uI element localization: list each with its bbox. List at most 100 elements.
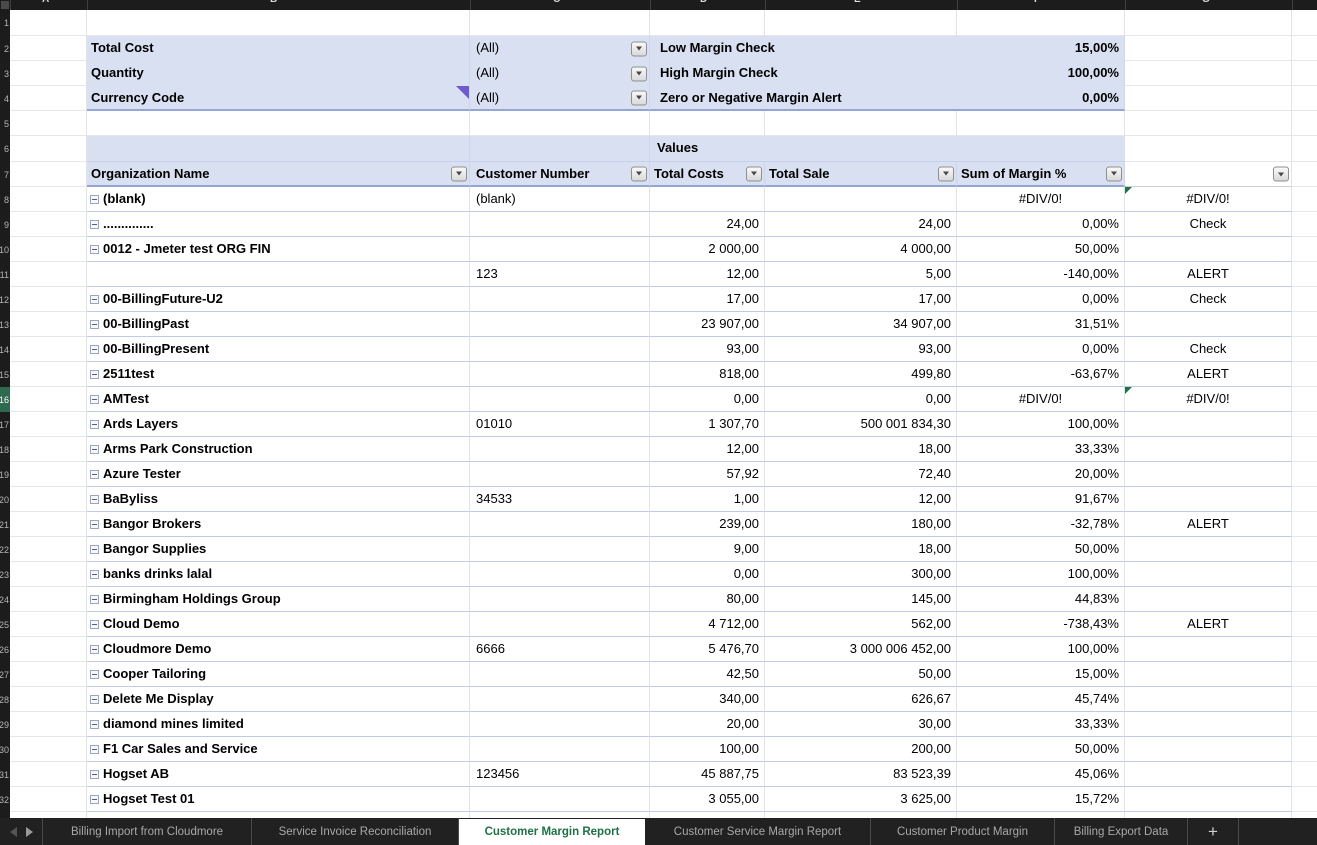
cell[interactable]	[87, 10, 470, 36]
column-letter[interactable]: A	[42, 0, 49, 5]
cell-total-costs[interactable]: 239,00	[650, 512, 765, 537]
cell-margin-check[interactable]: ALERT	[1125, 512, 1292, 537]
collapse-icon[interactable]	[90, 220, 99, 229]
cell-margin-percent[interactable]: 44,83%	[957, 587, 1125, 612]
cell-total-sale[interactable]: 500 001 834,30	[765, 412, 957, 437]
cell-margin-percent[interactable]: 31,51%	[957, 312, 1125, 337]
zero-negative-margin-alert-value[interactable]: 0,00%	[957, 86, 1125, 111]
row-number[interactable]: 5	[0, 111, 10, 136]
cell-customer-number[interactable]	[470, 337, 650, 362]
row-number[interactable]: 2	[0, 36, 10, 61]
collapse-icon[interactable]	[90, 420, 99, 429]
cell[interactable]	[765, 10, 957, 36]
cell[interactable]	[1292, 61, 1317, 86]
cell-total-sale[interactable]: 93,00	[765, 337, 957, 362]
cell[interactable]	[10, 61, 87, 86]
cell[interactable]	[10, 637, 87, 662]
zero-negative-margin-alert-label[interactable]: Zero or Negative Margin Alert	[650, 86, 957, 111]
cell[interactable]	[87, 111, 470, 136]
cell-margin-percent[interactable]: 0,00%	[957, 212, 1125, 237]
column-filter-dropdown-icon[interactable]	[746, 166, 762, 181]
cell-customer-number[interactable]	[470, 612, 650, 637]
cell[interactable]	[470, 111, 650, 136]
cell[interactable]	[1125, 10, 1292, 36]
cell[interactable]	[1292, 387, 1317, 412]
cell-margin-check[interactable]	[1125, 662, 1292, 687]
cell-customer-number[interactable]: 123	[470, 262, 650, 287]
collapse-icon[interactable]	[90, 770, 99, 779]
row-number[interactable]: 21	[0, 512, 10, 537]
cell-margin-check[interactable]: #DIV/0!	[1125, 187, 1292, 212]
row-number[interactable]: 19	[0, 462, 10, 487]
cell-margin-check[interactable]	[1125, 787, 1292, 812]
column-filter-dropdown-icon[interactable]	[451, 166, 467, 181]
cell[interactable]	[10, 712, 87, 737]
cell-total-sale[interactable]: 50,00	[765, 662, 957, 687]
cell[interactable]	[10, 612, 87, 637]
row-number[interactable]: 1	[0, 10, 10, 36]
cell-organization-name[interactable]: Arms Park Construction	[87, 437, 470, 462]
cell[interactable]	[10, 562, 87, 587]
cell-margin-percent[interactable]: 100,00%	[957, 637, 1125, 662]
cell[interactable]	[10, 36, 87, 61]
cell[interactable]	[470, 10, 650, 36]
column-header-check[interactable]	[1125, 162, 1292, 187]
cell[interactable]	[1292, 512, 1317, 537]
cell-margin-check[interactable]	[1125, 412, 1292, 437]
filter-dropdown-icon[interactable]	[631, 90, 647, 105]
cell-total-costs[interactable]: 80,00	[650, 587, 765, 612]
cell-organization-name[interactable]: Hogset AB	[87, 762, 470, 787]
cell[interactable]	[1292, 637, 1317, 662]
next-sheet-icon[interactable]	[26, 827, 33, 837]
row-number[interactable]: 22	[0, 537, 10, 562]
row-number[interactable]: 25	[0, 612, 10, 637]
cell[interactable]	[1292, 487, 1317, 512]
cell[interactable]	[1292, 612, 1317, 637]
row-number[interactable]: 14	[0, 337, 10, 362]
cell-customer-number[interactable]	[470, 587, 650, 612]
comment-indicator-icon[interactable]	[456, 86, 469, 99]
cell-customer-number[interactable]	[470, 437, 650, 462]
row-number[interactable]: 6	[0, 136, 10, 162]
row-number[interactable]: 15	[0, 362, 10, 387]
cell-margin-percent[interactable]: -140,00%	[957, 262, 1125, 287]
cell-margin-check[interactable]	[1125, 637, 1292, 662]
cell[interactable]	[1292, 662, 1317, 687]
cell-margin-percent[interactable]: 0,00%	[957, 337, 1125, 362]
row-number[interactable]: 13	[0, 312, 10, 337]
cell-total-costs[interactable]: 818,00	[650, 362, 765, 387]
filter-value-total-cost[interactable]: (All)	[470, 36, 650, 61]
high-margin-check-label[interactable]: High Margin Check	[650, 61, 957, 86]
cell[interactable]	[1292, 187, 1317, 212]
collapse-icon[interactable]	[90, 345, 99, 354]
cell-customer-number[interactable]	[470, 387, 650, 412]
cell-customer-number[interactable]	[470, 662, 650, 687]
cell-margin-check[interactable]	[1125, 587, 1292, 612]
cell-organization-name[interactable]: banks drinks lalal	[87, 562, 470, 587]
cell-customer-number[interactable]	[470, 287, 650, 312]
cell[interactable]	[1292, 787, 1317, 812]
low-margin-check-value[interactable]: 15,00%	[957, 36, 1125, 61]
row-number[interactable]: 3	[0, 61, 10, 86]
cell-organization-name[interactable]: Delete Me Display	[87, 687, 470, 712]
collapse-icon[interactable]	[90, 195, 99, 204]
cell[interactable]	[10, 487, 87, 512]
cell[interactable]	[10, 111, 87, 136]
cell-total-sale[interactable]: 12,00	[765, 487, 957, 512]
cell-organization-name[interactable]: BaByliss	[87, 487, 470, 512]
cell[interactable]	[10, 262, 87, 287]
cell-organization-name[interactable]: Bangor Brokers	[87, 512, 470, 537]
column-filter-dropdown-icon[interactable]	[938, 166, 954, 181]
cell[interactable]	[1292, 212, 1317, 237]
cell[interactable]	[10, 787, 87, 812]
cell[interactable]	[1292, 36, 1317, 61]
cell[interactable]	[650, 10, 765, 36]
cell[interactable]	[10, 212, 87, 237]
row-number[interactable]: 30	[0, 737, 10, 762]
cell-organization-name[interactable]: Cloud Demo	[87, 612, 470, 637]
select-all-corner[interactable]	[1, 1, 9, 9]
collapse-icon[interactable]	[90, 620, 99, 629]
cell-total-costs[interactable]: 24,00	[650, 212, 765, 237]
cell[interactable]	[10, 10, 87, 36]
collapse-icon[interactable]	[90, 470, 99, 479]
